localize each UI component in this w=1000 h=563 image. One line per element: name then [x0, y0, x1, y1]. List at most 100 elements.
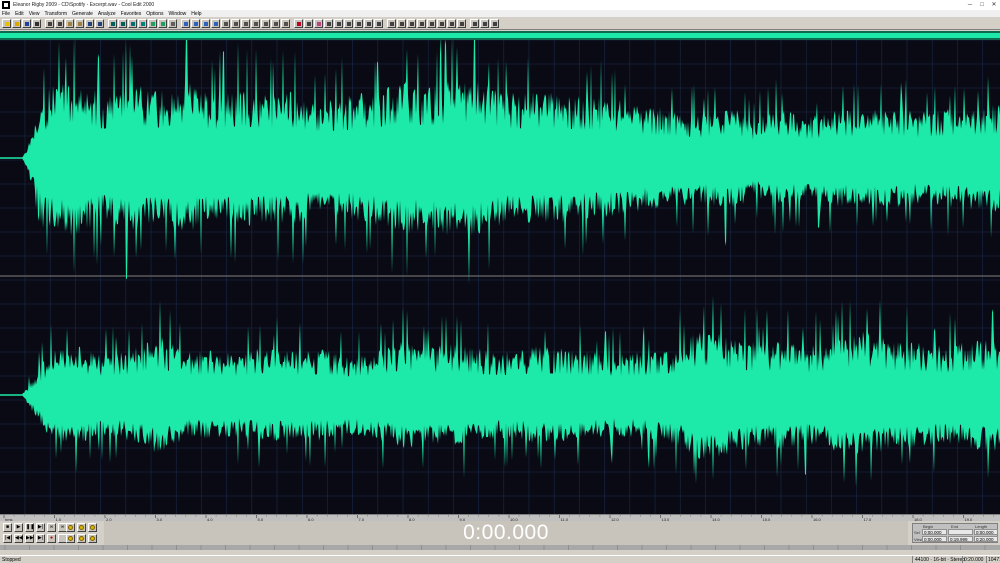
stop-button[interactable]: ■: [3, 523, 12, 532]
menu-generate[interactable]: Generate: [72, 11, 93, 17]
cut-button[interactable]: [45, 18, 54, 28]
effect-circle-button[interactable]: [304, 18, 313, 28]
reverse-button[interactable]: [344, 18, 353, 28]
level-meter: [0, 545, 1000, 550]
menu-edit[interactable]: Edit: [15, 11, 24, 17]
scripts-button[interactable]: [457, 18, 466, 28]
trim-button[interactable]: [108, 18, 117, 28]
effect-pink-button[interactable]: [314, 18, 323, 28]
maximize-button[interactable]: □: [976, 0, 988, 10]
statistics-button[interactable]: [397, 18, 406, 28]
pause-button[interactable]: ❚❚: [25, 523, 34, 532]
view-begin-field[interactable]: 0:00.000: [922, 536, 947, 542]
time-button[interactable]: [407, 18, 416, 28]
loop-button[interactable]: ∞: [47, 523, 56, 532]
save-icon: [25, 21, 29, 26]
copy-button[interactable]: [55, 18, 64, 28]
fade-button[interactable]: [211, 18, 220, 28]
envelope-button[interactable]: [191, 18, 200, 28]
menu-favorites[interactable]: Favorites: [121, 11, 142, 17]
cue-list-icon: [141, 21, 145, 26]
save-button[interactable]: [22, 18, 31, 28]
redo-button[interactable]: [95, 18, 104, 28]
midi-icon: [430, 21, 434, 26]
invert-button[interactable]: [334, 18, 343, 28]
settings-button[interactable]: [470, 18, 479, 28]
close-button[interactable]: ✕: [988, 0, 1000, 10]
midi-button[interactable]: [427, 18, 436, 28]
invert-icon: [337, 21, 341, 26]
cue-list-button[interactable]: [138, 18, 147, 28]
fast-forward-button[interactable]: ▶▶: [25, 534, 34, 543]
open-folder-button[interactable]: [12, 18, 21, 28]
effect-red-button[interactable]: [294, 18, 303, 28]
zoom-in-right-button[interactable]: [77, 534, 86, 543]
go-to-end-button[interactable]: ▶|: [36, 534, 45, 543]
cd-button[interactable]: [437, 18, 446, 28]
context-help-button[interactable]: [490, 18, 499, 28]
select-all-button[interactable]: [128, 18, 137, 28]
frequency-button[interactable]: [158, 18, 167, 28]
waveform-canvas[interactable]: [0, 40, 1000, 514]
go-to-start-button[interactable]: |◀: [3, 534, 12, 543]
effect-red-icon: [297, 21, 301, 26]
new-file-button[interactable]: [2, 18, 11, 28]
zoom-in-horizontal-button[interactable]: [66, 523, 75, 532]
multitrack-button[interactable]: [32, 18, 41, 28]
spectral-button[interactable]: [148, 18, 157, 28]
ruler-button[interactable]: [417, 18, 426, 28]
zoom-in-left-button[interactable]: [66, 534, 75, 543]
rewind-button[interactable]: ◀◀: [14, 534, 23, 543]
reverb-button[interactable]: [251, 18, 260, 28]
graphic-eq-button[interactable]: [221, 18, 230, 28]
menu-file[interactable]: File: [2, 11, 10, 17]
menu-analyze[interactable]: Analyze: [98, 11, 116, 17]
help-button[interactable]: [480, 18, 489, 28]
generate-tone-button[interactable]: [364, 18, 373, 28]
sel-length-field[interactable]: 0:00.000: [974, 529, 998, 535]
silence-button[interactable]: [354, 18, 363, 28]
waveform-display[interactable]: [0, 40, 1000, 514]
delete-silence-button[interactable]: [118, 18, 127, 28]
amplify-button[interactable]: [181, 18, 190, 28]
normalize-button[interactable]: [201, 18, 210, 28]
marker-button[interactable]: [168, 18, 177, 28]
menu-window[interactable]: Window: [169, 11, 187, 17]
filter-button[interactable]: [231, 18, 240, 28]
paste-button[interactable]: [65, 18, 74, 28]
delay-button[interactable]: [261, 18, 270, 28]
play-button[interactable]: ▶: [14, 523, 23, 532]
pitch-button[interactable]: [271, 18, 280, 28]
generate-noise-button[interactable]: [374, 18, 383, 28]
view-end-field[interactable]: 0:19.999: [948, 536, 973, 542]
view-length-field[interactable]: 0:20.000: [974, 536, 998, 542]
paste-mix-button[interactable]: [75, 18, 84, 28]
record-button[interactable]: ●: [47, 534, 56, 543]
effect-circle-2-icon: [327, 21, 331, 26]
status-free: 10471: [988, 557, 1000, 563]
menu-view[interactable]: View: [29, 11, 40, 17]
minimize-button[interactable]: ─: [964, 0, 976, 10]
menu-help[interactable]: Help: [191, 11, 201, 17]
effect-circle-2-button[interactable]: [324, 18, 333, 28]
overview-strip[interactable]: [0, 31, 1000, 40]
stretch-button[interactable]: [281, 18, 290, 28]
noise-button[interactable]: [241, 18, 250, 28]
status-divider: [912, 556, 913, 563]
zoom-full-button[interactable]: [88, 523, 97, 532]
undo-icon: [88, 21, 92, 26]
zoom-selection-button[interactable]: [88, 534, 97, 543]
sel-end-field[interactable]: [948, 529, 973, 535]
time-ruler[interactable]: hms 1.0 2.0 3.0 4.0 5.0 6.0 7.0 8.0 9.0 10.0 11.0 12…: [0, 514, 1000, 522]
main-toolbar: [0, 17, 1000, 30]
menu-transform[interactable]: Transform: [44, 11, 67, 17]
zoom-out-horizontal-button[interactable]: [77, 523, 86, 532]
menu-options[interactable]: Options: [146, 11, 163, 17]
generate-tone-icon: [367, 21, 371, 26]
undo-button[interactable]: [85, 18, 94, 28]
analyze-button[interactable]: [387, 18, 396, 28]
play-to-end-button[interactable]: ▶|: [36, 523, 45, 532]
sel-begin-field[interactable]: 0:00.000: [922, 529, 947, 535]
statistics-icon: [400, 21, 404, 26]
batch-button[interactable]: [447, 18, 456, 28]
